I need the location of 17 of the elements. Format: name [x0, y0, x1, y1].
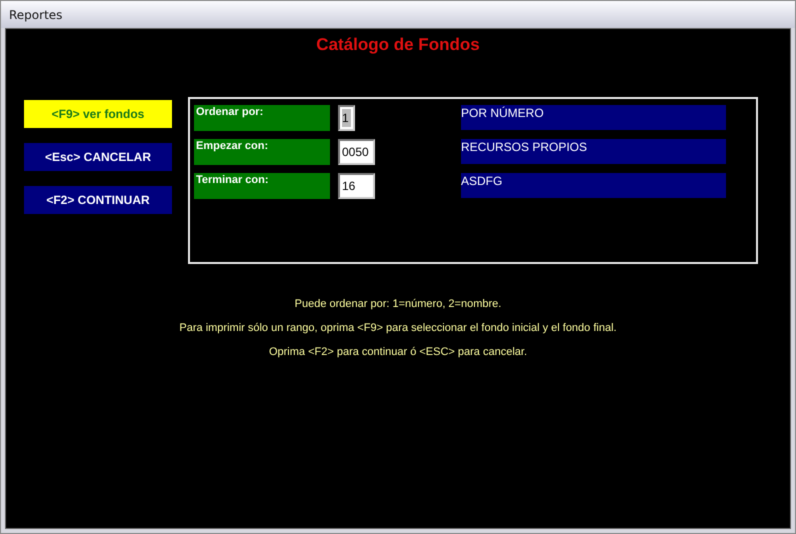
- instruction-text: Puede ordenar por: 1=número, 2=nombre.: [294, 298, 502, 310]
- description-field: POR NÚMERO: [461, 105, 726, 130]
- field-label: Ordenar por:: [194, 105, 330, 131]
- field-label: Empezar con:: [194, 139, 330, 165]
- window-title: Reportes: [9, 8, 62, 22]
- description-field: ASDFG: [461, 173, 726, 198]
- form-heading: Catálogo de Fondos: [316, 35, 480, 55]
- field-label: Terminar con:: [194, 173, 330, 199]
- key-button[interactable]: <F9> ver fondos: [24, 100, 172, 128]
- input-field[interactable]: 16: [338, 173, 375, 199]
- key-button[interactable]: <F2> CONTINUAR: [24, 186, 172, 214]
- description-field: RECURSOS PROPIOS: [461, 139, 726, 164]
- instruction-text: Para imprimir sólo un rango, oprima <F9> para seleccionar el fondo inicial y el fondo final.: [179, 322, 617, 334]
- input-field[interactable]: 1: [338, 105, 355, 131]
- key-button[interactable]: <Esc> CANCELAR: [24, 143, 172, 171]
- input-field[interactable]: 0050: [338, 139, 375, 165]
- instruction-text: Oprima <F2> para continuar ó <ESC> para cancelar.: [268, 346, 528, 358]
